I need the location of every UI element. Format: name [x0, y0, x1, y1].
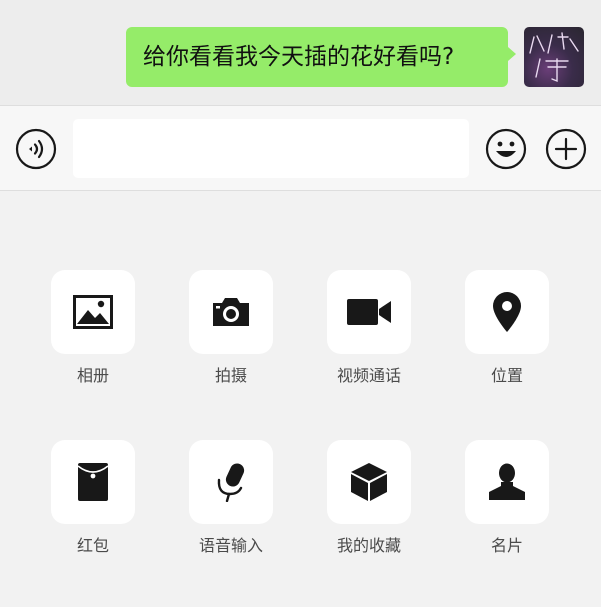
tool-tile[interactable]	[51, 270, 135, 354]
tool-camera[interactable]: 拍摄	[171, 270, 291, 395]
message-bubble[interactable]: 给你看看我今天插的花好看吗?	[126, 27, 508, 87]
tool-tile[interactable]	[51, 440, 135, 524]
bubble-tail	[508, 47, 516, 61]
more-button[interactable]	[545, 128, 587, 170]
tool-tile[interactable]	[189, 440, 273, 524]
message-text: 给你看看我今天插的花好看吗?	[143, 44, 455, 70]
contact-card-icon	[489, 463, 525, 500]
input-bar	[0, 105, 601, 191]
voice-button[interactable]	[15, 128, 57, 170]
tool-video-call[interactable]: 视频通话	[309, 270, 429, 395]
tool-favorites[interactable]: 我的收藏	[309, 440, 429, 565]
tool-label: 我的收藏	[336, 536, 401, 555]
microphone-icon	[217, 463, 245, 502]
chat-area: 给你看看我今天插的花好看吗?	[0, 0, 601, 105]
location-pin-icon	[493, 292, 521, 332]
red-packet-icon	[77, 463, 109, 501]
tool-tile[interactable]	[327, 440, 411, 524]
tool-voice-input[interactable]: 语音输入	[171, 440, 291, 565]
video-call-icon	[347, 299, 391, 325]
tool-tile[interactable]	[465, 440, 549, 524]
tool-label: 名片	[490, 536, 523, 555]
photo-album-icon	[73, 295, 113, 329]
tool-tile[interactable]	[189, 270, 273, 354]
tool-label: 红包	[76, 536, 109, 555]
message-input[interactable]	[73, 119, 469, 178]
tool-red-packet[interactable]: 红包	[33, 440, 153, 565]
favorites-box-icon	[351, 463, 387, 501]
tool-label: 视频通话	[336, 366, 401, 385]
tool-label: 拍摄	[214, 366, 247, 385]
avatar[interactable]	[524, 27, 584, 87]
tool-contact-card[interactable]: 名片	[447, 440, 567, 565]
emoji-button[interactable]	[485, 128, 527, 170]
more-panel: 相册 拍摄 视频通话 位置 红包 语音输入 我的收藏 名片	[0, 191, 601, 607]
tool-label: 位置	[490, 366, 523, 385]
voice-icon	[15, 128, 57, 170]
tool-tile[interactable]	[327, 270, 411, 354]
tool-photo-album[interactable]: 相册	[33, 270, 153, 395]
tool-label: 语音输入	[198, 536, 263, 555]
emoji-icon	[485, 128, 527, 170]
tool-tile[interactable]	[465, 270, 549, 354]
tool-label: 相册	[76, 366, 109, 385]
tool-location[interactable]: 位置	[447, 270, 567, 395]
plus-icon	[545, 128, 587, 170]
camera-icon	[213, 298, 249, 326]
avatar-handwriting-image	[529, 32, 579, 83]
